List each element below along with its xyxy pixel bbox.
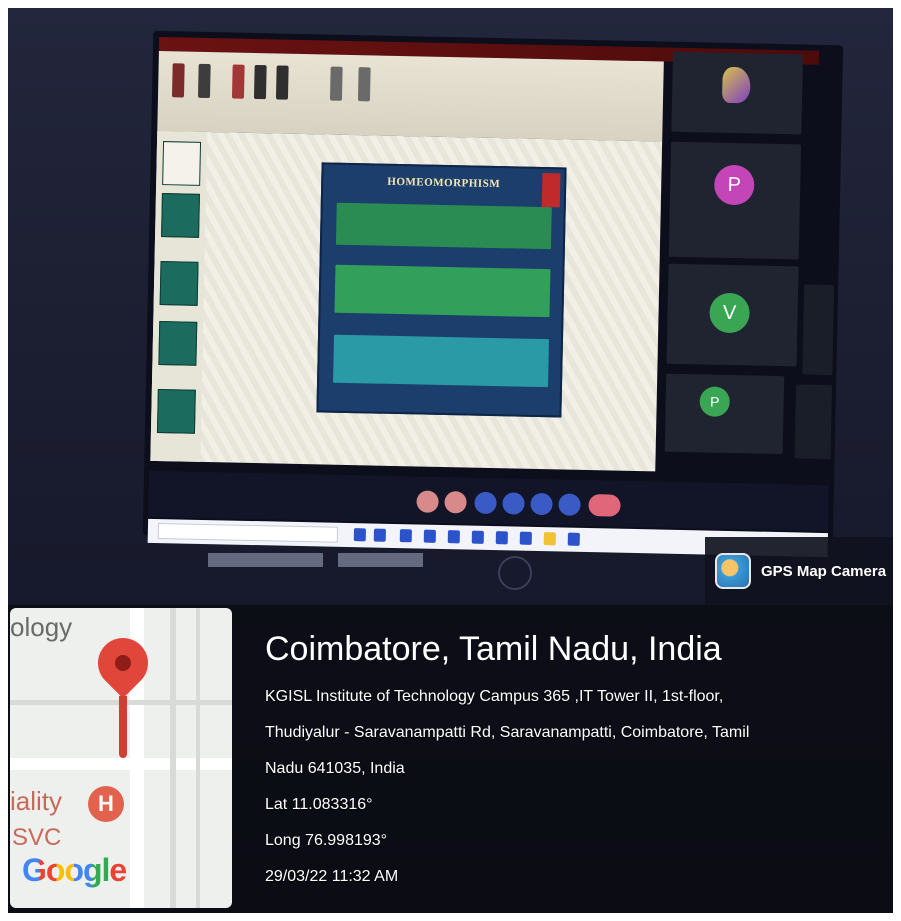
- taskbar-app-icon[interactable]: [399, 529, 412, 543]
- sticker-label: [338, 553, 423, 567]
- current-slide: HOMEOMORPHISM: [316, 162, 567, 418]
- taskbar-app-icon[interactable]: [353, 528, 366, 542]
- longitude: Long 76.998193°: [265, 832, 388, 849]
- slide-text-box: [333, 334, 549, 388]
- slide-editor-area: HOMEOMORPHISM: [150, 130, 663, 472]
- ribbon-tool-icon: [329, 66, 343, 101]
- map-road: [170, 608, 176, 908]
- slide-thumbnails: [150, 130, 208, 462]
- address-line-3: Nadu 641035, India: [265, 760, 405, 777]
- taskbar-app-icon[interactable]: [495, 531, 508, 545]
- taskbar-app-icon[interactable]: [471, 530, 484, 544]
- hp-logo-icon: [498, 556, 532, 590]
- participant-tile: [794, 384, 833, 460]
- taskbar-app-icon[interactable]: [447, 530, 460, 544]
- participant-avatar-image: [721, 66, 751, 104]
- slide-text-box: [335, 202, 552, 250]
- more-options-button[interactable]: [558, 493, 581, 516]
- slide-thumbnail: [159, 261, 199, 306]
- ribbon-tool-icon: [171, 63, 185, 98]
- google-logo-text: Google: [22, 852, 127, 888]
- participant-tile: [802, 284, 835, 376]
- hospital-icon: H: [88, 786, 124, 822]
- taskbar-search-box[interactable]: [157, 523, 339, 543]
- slide-thumbnail: [161, 193, 200, 238]
- slide-thumbnail: [162, 141, 202, 186]
- map-pin-tail: [119, 696, 127, 758]
- ribbon-tool-icon: [253, 64, 267, 100]
- slide-thumbnail: [158, 321, 198, 366]
- taskbar-app-icon[interactable]: [373, 528, 386, 542]
- ribbon-tool-icon: [197, 63, 211, 99]
- map-label: iality: [10, 786, 63, 816]
- raise-hand-button[interactable]: [502, 492, 525, 515]
- ribbon-tool-icon: [357, 67, 371, 102]
- participant-avatar: P: [713, 164, 755, 206]
- sticker-label: [208, 553, 323, 567]
- participant-tile: [671, 51, 804, 135]
- taskbar-app-icon[interactable]: [543, 532, 556, 546]
- camera-button[interactable]: [444, 491, 467, 514]
- location-title: Coimbatore, Tamil Nadu, India: [265, 630, 722, 668]
- slide-title: HOMEOMORPHISM: [387, 175, 501, 191]
- address-line-2: Thudiyalur - Saravanampatti Rd, Saravana…: [265, 724, 750, 741]
- slide-thumbnail: [156, 389, 196, 434]
- end-call-button[interactable]: [588, 494, 621, 517]
- ribbon-tool-icon: [231, 64, 245, 99]
- map-pin-icon: [87, 627, 159, 699]
- ppt-ribbon: [157, 50, 664, 142]
- participant-tile: V: [666, 263, 799, 367]
- participant-tile: P: [664, 373, 785, 455]
- participant-tile: P: [668, 141, 802, 260]
- timestamp: 29/03/22 11:32 AM: [265, 868, 399, 885]
- mic-button[interactable]: [416, 490, 439, 513]
- participant-avatar: P: [699, 386, 731, 417]
- participant-avatar: V: [709, 292, 750, 334]
- present-button[interactable]: [530, 492, 553, 516]
- slide-text-box: [334, 264, 551, 318]
- gps-camera-icon: [715, 553, 751, 589]
- taskbar-app-icon[interactable]: [519, 531, 532, 545]
- ribbon-tool-icon: [275, 65, 289, 100]
- google-logo: Google: [22, 852, 127, 889]
- taskbar-app-icon[interactable]: [567, 532, 580, 546]
- map-label: ology: [10, 612, 73, 642]
- captions-button[interactable]: [474, 491, 497, 515]
- address-line-1: KGISL Institute of Technology Campus 365…: [265, 688, 724, 705]
- laptop-screen: HOMEOMORPHISM P V P: [142, 30, 844, 558]
- latitude: Lat 11.083316°: [265, 796, 373, 813]
- gps-camera-badge: GPS Map Camera: [705, 537, 893, 605]
- gps-camera-label: GPS Map Camera: [761, 562, 887, 580]
- map-road: [196, 608, 200, 908]
- location-map: ology iality SVC H Google: [10, 608, 232, 908]
- map-label: SVC: [12, 824, 62, 851]
- taskbar-app-icon[interactable]: [423, 529, 436, 543]
